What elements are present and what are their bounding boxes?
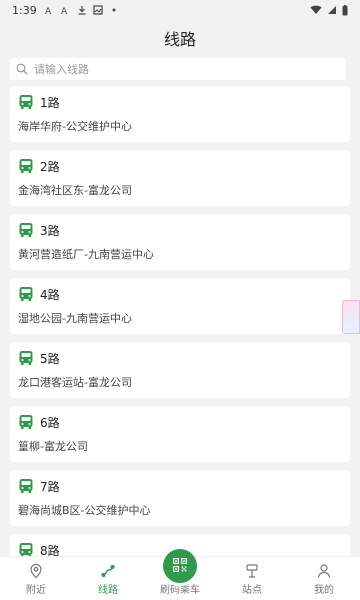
route-card-6[interactable]: 6路 篁柳-富龙公司 [10, 406, 350, 462]
route-name: 1路 [40, 95, 60, 110]
tab-scan-ride[interactable]: 刷码乘车 [144, 549, 216, 600]
tab-label: 线路 [98, 585, 118, 596]
stop-sign-icon [246, 564, 258, 578]
app-notification-icon: A [61, 7, 68, 15]
route-name: 6路 [40, 415, 60, 430]
gallery-icon [93, 5, 103, 15]
tab-label: 刷码乘车 [160, 585, 200, 596]
route-card-1[interactable]: 1路 海岸华府-公交维护中心 [10, 86, 350, 142]
tab-mine[interactable]: 我的 [288, 557, 360, 600]
bus-icon [19, 223, 33, 237]
qr-code-icon [173, 558, 187, 572]
bus-icon [19, 287, 33, 301]
route-icon [101, 565, 115, 577]
route-destination: 黄河营造纸厂-九南营运中心 [18, 248, 154, 261]
route-destination: 龙口港客运站-富龙公司 [18, 376, 132, 389]
location-pin-icon [30, 563, 42, 579]
route-name: 5路 [40, 351, 60, 366]
route-destination: 海岸华府-公交维护中心 [18, 120, 132, 133]
route-destination: 湿地公园-九南营运中心 [18, 312, 132, 325]
route-name: 7路 [40, 479, 60, 494]
tab-label: 我的 [314, 585, 334, 596]
tab-stops[interactable]: 站点 [216, 557, 288, 600]
tab-nearby[interactable]: 附近 [0, 557, 72, 600]
route-destination: 金海湾社区东-富龙公司 [18, 184, 132, 197]
route-name: 4路 [40, 287, 60, 302]
svg-text:A: A [45, 7, 52, 15]
route-card-5[interactable]: 5路 龙口港客运站-富龙公司 [10, 342, 350, 398]
app-notification-icon: A [45, 7, 52, 15]
search-placeholder: 请输入线路 [34, 63, 89, 76]
page-title-bar: 线路 [0, 20, 360, 56]
tab-routes[interactable]: 线路 [72, 557, 144, 600]
user-icon [317, 564, 331, 578]
bus-icon [19, 415, 33, 429]
dot-icon [112, 8, 116, 12]
search-icon [16, 63, 28, 75]
svg-text:A: A [61, 7, 68, 15]
route-card-2[interactable]: 2路 金海湾社区东-富龙公司 [10, 150, 350, 206]
route-name: 2路 [40, 159, 60, 174]
bus-icon [19, 95, 33, 109]
signal-icon [328, 6, 336, 14]
bus-icon [19, 351, 33, 365]
search-input[interactable]: 请输入线路 [10, 58, 346, 80]
route-card-3[interactable]: 3路 黄河营造纸厂-九南营运中心 [10, 214, 350, 270]
bus-icon [19, 159, 33, 173]
status-bar: 1:39 A A [0, 0, 360, 20]
qr-scan-button[interactable] [163, 549, 197, 583]
route-destination: 碧海尚城B区-公交维护中心 [18, 504, 151, 517]
route-card-7[interactable]: 7路 碧海尚城B区-公交维护中心 [10, 470, 350, 526]
download-icon [78, 6, 86, 15]
page-title: 线路 [163, 30, 196, 49]
route-destination: 篁柳-富龙公司 [18, 440, 88, 453]
bottom-tab-bar: 附近 线路 刷码乘车 站点 我的 [0, 549, 360, 600]
bus-icon [19, 479, 33, 493]
status-time: 1:39 [12, 3, 37, 17]
floating-ad-badge[interactable] [342, 300, 360, 334]
wifi-icon [310, 5, 322, 14]
battery-icon [342, 4, 348, 15]
route-name: 3路 [40, 223, 60, 238]
tab-label: 附近 [26, 585, 46, 596]
tab-label: 站点 [242, 585, 262, 596]
route-card-4[interactable]: 4路 湿地公园-九南营运中心 [10, 278, 350, 334]
